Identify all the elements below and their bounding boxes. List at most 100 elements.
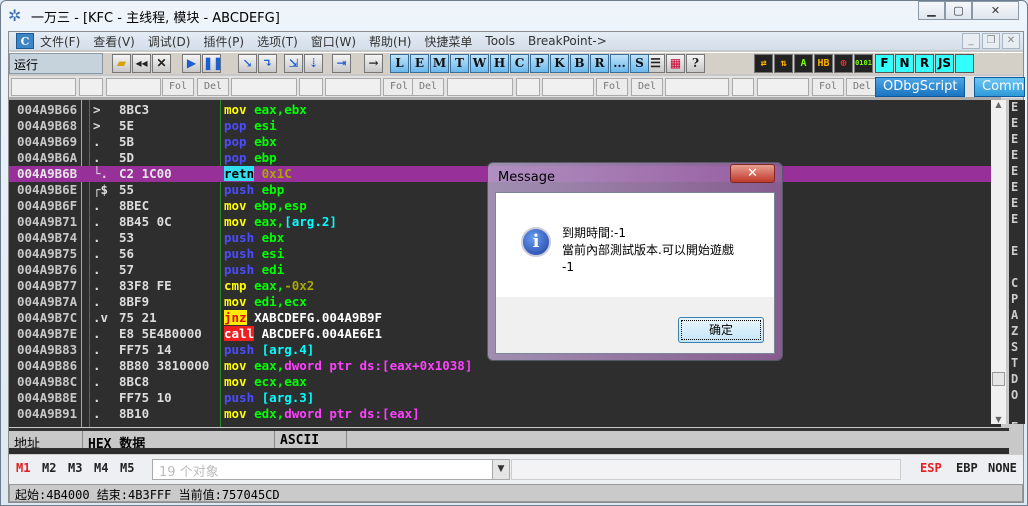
menu-item[interactable]: 查看(V) bbox=[93, 33, 135, 50]
disasm-row[interactable]: 004A9B68 >5E pop esi bbox=[9, 118, 1001, 134]
help-icon[interactable]: ? bbox=[686, 54, 705, 73]
field[interactable] bbox=[79, 78, 103, 96]
step-into-icon[interactable]: ↘ bbox=[238, 54, 257, 73]
window-more-button[interactable]: ... bbox=[610, 54, 629, 73]
menu-item[interactable]: 文件(F) bbox=[40, 33, 80, 50]
none-button[interactable]: NONE bbox=[988, 461, 1017, 475]
execute-till-return-icon[interactable]: ⇥ bbox=[332, 54, 351, 73]
plugin-n-button[interactable]: N bbox=[895, 54, 914, 73]
field[interactable] bbox=[231, 78, 297, 96]
close-button[interactable]: ✕ bbox=[972, 1, 1019, 20]
window-k-button[interactable]: K bbox=[550, 54, 569, 73]
field[interactable] bbox=[106, 78, 161, 96]
target-icon[interactable]: ⊕ bbox=[834, 54, 853, 73]
chevron-down-icon[interactable]: ▼ bbox=[492, 460, 509, 479]
trace-over-icon[interactable]: ⇣ bbox=[304, 54, 323, 73]
m1-button[interactable]: M1 bbox=[16, 461, 30, 475]
field[interactable] bbox=[11, 78, 76, 96]
dialog-close-button[interactable]: ✕ bbox=[730, 164, 775, 183]
menu-item[interactable]: Tools bbox=[485, 34, 515, 48]
field[interactable] bbox=[447, 78, 513, 96]
disasm-row[interactable]: 004A9B91. 8B10 mov edx,dword ptr ds:[eax] bbox=[9, 406, 1001, 422]
mdi-minimize-button[interactable]: _ bbox=[962, 33, 980, 49]
hb-icon[interactable]: HB bbox=[814, 54, 833, 73]
pause-icon[interactable]: ❚❚ bbox=[202, 54, 223, 73]
plugin-blank-button[interactable] bbox=[955, 54, 974, 73]
fol-button[interactable]: Fol bbox=[383, 78, 415, 96]
window-b-button[interactable]: B bbox=[570, 54, 589, 73]
window-t-button[interactable]: T bbox=[450, 54, 469, 73]
window-w-button[interactable]: W bbox=[470, 54, 489, 73]
scroll-down-icon[interactable]: ▼ bbox=[991, 415, 1006, 424]
command-input[interactable] bbox=[511, 459, 901, 480]
m5-button[interactable]: M5 bbox=[120, 461, 134, 475]
m3-button[interactable]: M3 bbox=[68, 461, 82, 475]
mdi-close-button[interactable]: ✕ bbox=[1002, 33, 1020, 49]
window-p-button[interactable]: P bbox=[530, 54, 549, 73]
ok-button[interactable]: 确定 bbox=[678, 317, 764, 343]
object-combo[interactable]: 19 个对象 ▼ bbox=[152, 459, 510, 480]
minimize-button[interactable]: ▁ bbox=[918, 1, 945, 20]
plugin-js-button[interactable]: JS bbox=[935, 54, 954, 73]
field[interactable] bbox=[665, 78, 729, 96]
colors-icon[interactable]: ▦ bbox=[666, 54, 685, 73]
field[interactable] bbox=[732, 78, 754, 96]
window-c-button[interactable]: C bbox=[510, 54, 529, 73]
disasm-row[interactable]: 004A9B8C. 8BC8 mov ecx,eax bbox=[9, 374, 1001, 390]
run-icon[interactable]: ▶ bbox=[182, 54, 201, 73]
disasm-row[interactable]: 004A9B66 >8BC3 mov eax,ebx bbox=[9, 102, 1001, 118]
sort-icon[interactable]: ⇅ bbox=[774, 54, 793, 73]
disasm-row[interactable]: 004A9B69. 5B pop ebx bbox=[9, 134, 1001, 150]
command-button[interactable]: Comm bbox=[974, 77, 1025, 97]
field[interactable] bbox=[325, 78, 381, 96]
field[interactable] bbox=[516, 78, 540, 96]
window-e-button[interactable]: E bbox=[410, 54, 429, 73]
menu-item[interactable]: BreakPoint-> bbox=[528, 34, 607, 48]
close-program-icon[interactable]: ✕ bbox=[152, 54, 171, 73]
window-r-button[interactable]: R bbox=[590, 54, 609, 73]
fol-button[interactable]: Fol bbox=[596, 78, 628, 96]
step-over-icon[interactable]: ↴ bbox=[258, 54, 277, 73]
esp-button[interactable]: ESP bbox=[920, 461, 942, 475]
menu-item[interactable]: 快捷菜单 bbox=[424, 33, 472, 50]
ebp-button[interactable]: EBP bbox=[956, 461, 978, 475]
trace-into-icon[interactable]: ⇲ bbox=[284, 54, 303, 73]
registers-pane[interactable]: EEEEEEEEECPAZSTDOE bbox=[1009, 100, 1025, 434]
menu-item[interactable]: 调试(D) bbox=[148, 33, 191, 50]
mdi-restore-button[interactable]: ❐ bbox=[982, 33, 1000, 49]
disassembly-scrollbar[interactable]: ▲ ▼ bbox=[991, 100, 1006, 424]
swap-icon[interactable]: ⇄ bbox=[754, 54, 773, 73]
restart-icon[interactable]: ◂◂ bbox=[132, 54, 151, 73]
plugin-r-button[interactable]: R bbox=[915, 54, 934, 73]
field[interactable] bbox=[542, 78, 594, 96]
window-l-button[interactable]: L bbox=[390, 54, 409, 73]
goto-icon[interactable]: → bbox=[364, 54, 383, 73]
m4-button[interactable]: M4 bbox=[94, 461, 108, 475]
scroll-up-icon[interactable]: ▲ bbox=[991, 100, 1006, 109]
a-icon[interactable]: A bbox=[794, 54, 813, 73]
menu-item[interactable]: 帮助(H) bbox=[369, 33, 411, 50]
plugin-f-button[interactable]: F bbox=[875, 54, 894, 73]
instruction-token: esi bbox=[261, 246, 285, 261]
window-s-button[interactable]: S bbox=[630, 54, 649, 73]
open-icon[interactable]: ▰ bbox=[112, 54, 131, 73]
field[interactable] bbox=[299, 78, 323, 96]
del-button[interactable]: Del bbox=[412, 78, 444, 96]
menu-item[interactable]: 窗口(W) bbox=[311, 33, 356, 50]
m2-button[interactable]: M2 bbox=[42, 461, 56, 475]
disasm-row[interactable]: 004A9B8E. FF75 10 push [arg.3] bbox=[9, 390, 1001, 406]
del-button[interactable]: Del bbox=[846, 78, 878, 96]
scroll-thumb[interactable] bbox=[992, 372, 1005, 386]
menu-item[interactable]: 选项(T) bbox=[257, 33, 298, 50]
del-button[interactable]: Del bbox=[631, 78, 663, 96]
binary-icon[interactable]: 0101 bbox=[854, 54, 873, 73]
fol-button[interactable]: Fol bbox=[812, 78, 844, 96]
window-h-button[interactable]: H bbox=[490, 54, 509, 73]
del-button[interactable]: Del bbox=[197, 78, 229, 96]
window-m-button[interactable]: M bbox=[430, 54, 449, 73]
menu-item[interactable]: 插件(P) bbox=[203, 33, 244, 50]
maximize-button[interactable]: ▢ bbox=[945, 1, 972, 20]
field[interactable] bbox=[757, 78, 809, 96]
fol-button[interactable]: Fol bbox=[162, 78, 194, 96]
odbgscript-button[interactable]: ODbgScript bbox=[875, 77, 966, 97]
